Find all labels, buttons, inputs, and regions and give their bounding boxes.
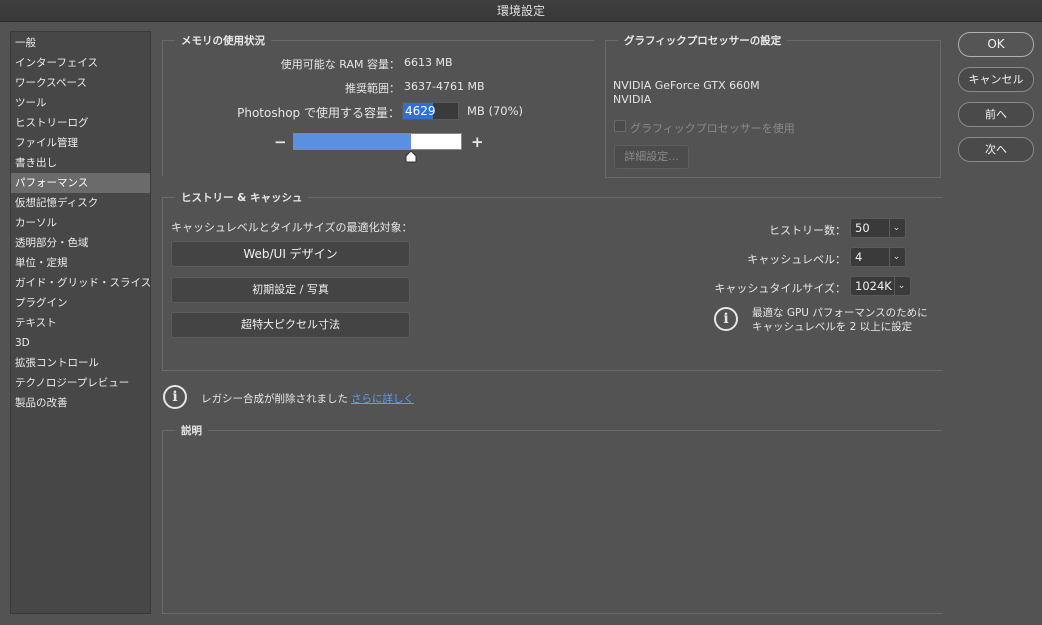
sidebar-item[interactable]: ファイル管理 <box>11 133 150 153</box>
description-group: 説明 <box>162 423 942 614</box>
sidebar-item[interactable]: 透明部分・色域 <box>11 233 150 253</box>
ram-usage-unit: MB (70%) <box>467 104 524 118</box>
window-title: 環境設定 <box>0 0 1042 22</box>
cache-tile-size-label: キャッシュタイルサイズ： <box>714 282 846 295</box>
gpu-name: NVIDIA GeForce GTX 660M <box>613 79 760 92</box>
sidebar-item[interactable]: 拡張コントロール <box>11 353 150 373</box>
cache-levels-label: キャッシュレベル： <box>747 253 846 266</box>
ok-button[interactable]: OK <box>958 32 1034 57</box>
ram-usage-slider-thumb[interactable] <box>405 150 417 163</box>
history-states-select[interactable]: 50 ⌄ <box>850 218 906 238</box>
sidebar-item[interactable]: カーソル <box>11 213 150 233</box>
gpu-info-line-2: キャッシュレベルを 2 以上に設定 <box>752 321 913 333</box>
next-button[interactable]: 次へ <box>958 137 1034 162</box>
learn-more-link[interactable]: さらに詳しく <box>351 391 414 406</box>
history-cache-title: ヒストリー & キャッシュ <box>175 190 309 205</box>
sidebar-item[interactable]: 書き出し <box>11 153 150 173</box>
chevron-down-icon: ⌄ <box>889 248 903 266</box>
sidebar-item[interactable]: プラグイン <box>11 293 150 313</box>
sidebar-item[interactable]: 一般 <box>11 33 150 53</box>
sidebar-item[interactable]: テクノロジープレビュー <box>11 373 150 393</box>
cache-levels-value: 4 <box>855 250 863 264</box>
ram-usage-slider[interactable] <box>293 133 462 150</box>
sidebar-item[interactable]: 3D <box>11 333 150 353</box>
memory-usage-title: メモリの使用状況 <box>175 33 271 48</box>
optimize-huge-pixel-button[interactable]: 超特大ピクセル寸法 <box>171 312 410 338</box>
available-ram-value: 6613 MB <box>404 56 453 69</box>
gpu-info-line-1: 最適な GPU パフォーマンスのために <box>752 307 928 319</box>
sidebar-item[interactable]: 仮想記憶ディスク <box>11 193 150 213</box>
sidebar-item[interactable]: ガイド・グリッド・スライス <box>11 273 151 293</box>
sidebar-item[interactable]: ワークスペース <box>11 73 150 93</box>
info-icon: i <box>714 307 738 331</box>
ram-usage-label: Photoshop で使用する容量： <box>237 106 400 120</box>
sidebar-item[interactable]: 単位・定規 <box>11 253 150 273</box>
advanced-settings-button[interactable]: 詳細設定... <box>614 145 689 169</box>
ideal-range-label: 推奨範囲： <box>345 82 400 95</box>
chevron-down-icon: ⌄ <box>889 219 903 237</box>
ideal-range-value: 3637-4761 MB <box>404 80 485 93</box>
sidebar-item[interactable]: ヒストリーログ <box>11 113 150 133</box>
sidebar-item[interactable]: パフォーマンス <box>11 173 150 193</box>
use-gpu-label: グラフィックプロセッサーを使用 <box>630 122 795 135</box>
use-gpu-checkbox[interactable] <box>614 120 626 132</box>
chevron-down-icon: ⌄ <box>894 277 908 295</box>
gpu-settings-title: グラフィックプロセッサーの設定 <box>618 33 788 48</box>
sidebar-item[interactable]: インターフェイス <box>11 53 150 73</box>
history-states-value: 50 <box>855 221 870 235</box>
info-icon: i <box>163 385 187 409</box>
preferences-sidebar: 一般 インターフェイス ワークスペース ツール ヒストリーログ ファイル管理 書き出し パフォ… <box>10 31 151 614</box>
sidebar-item[interactable]: 製品の改善 <box>11 393 150 413</box>
history-states-label: ヒストリー数： <box>769 224 846 237</box>
cache-tile-size-select[interactable]: 1024K ⌄ <box>850 276 911 296</box>
legacy-compositing-text: レガシー合成が削除されました <box>201 393 348 405</box>
prev-button[interactable]: 前へ <box>958 102 1034 127</box>
cancel-button[interactable]: キャンセル <box>958 67 1034 92</box>
available-ram-label: 使用可能な RAM 容量： <box>280 58 400 71</box>
optimize-label: キャッシュレベルとタイルサイズの最適化対象： <box>171 221 413 234</box>
description-title: 説明 <box>175 423 208 438</box>
optimize-default-photos-button[interactable]: 初期設定 / 写真 <box>171 277 410 303</box>
optimize-web-ui-button[interactable]: Web/UI デザイン <box>171 241 410 267</box>
cache-tile-size-value: 1024K <box>855 279 892 293</box>
slider-plus-button[interactable]: + <box>471 133 484 151</box>
slider-minus-button[interactable]: − <box>274 133 287 151</box>
sidebar-item[interactable]: ツール <box>11 93 150 113</box>
ram-usage-slider-fill <box>294 134 411 149</box>
cache-levels-select[interactable]: 4 ⌄ <box>850 247 906 267</box>
gpu-vendor: NVIDIA <box>613 93 652 106</box>
sidebar-item[interactable]: テキスト <box>11 313 150 333</box>
ram-usage-input[interactable] <box>402 102 459 120</box>
